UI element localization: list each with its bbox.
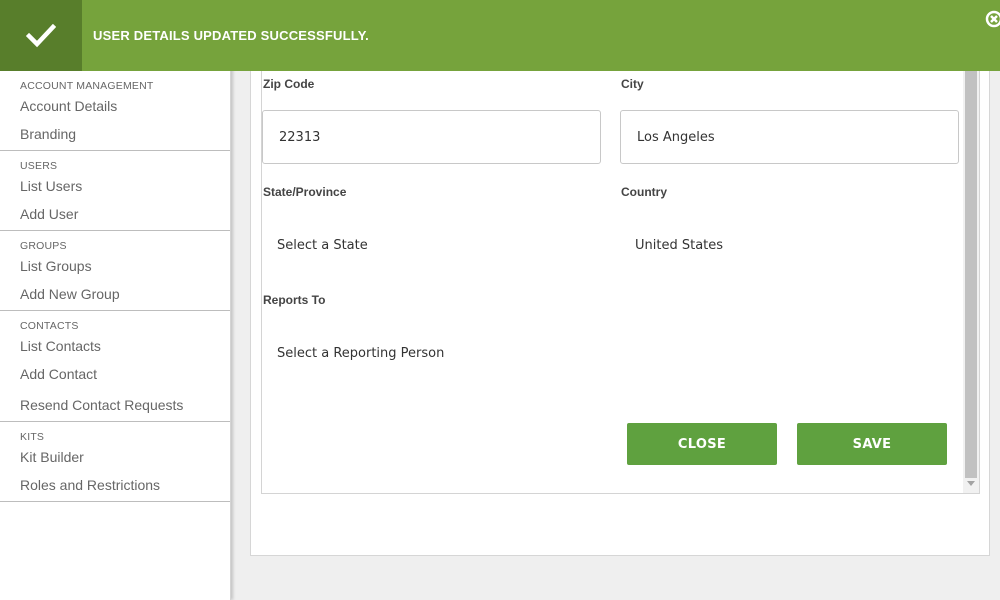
nav-heading-kits: KITS <box>20 431 45 443</box>
sidebar-item-add-contact[interactable]: Add Contact <box>0 359 230 390</box>
nav-heading-contacts: CONTACTS <box>20 320 79 332</box>
close-button[interactable]: CLOSE <box>627 423 777 465</box>
nav-section-account-management: ACCOUNT MANAGEMENT Account Details Brand… <box>0 71 230 151</box>
sidebar-item-resend-contact-requests[interactable]: Resend Contact Requests <box>0 390 230 421</box>
sidebar-item-branding[interactable]: Branding <box>0 119 230 150</box>
nav-heading-users: USERS <box>20 160 58 172</box>
sidebar-item-account-details[interactable]: Account Details <box>0 93 230 119</box>
check-icon-container <box>0 0 82 71</box>
sidebar-menu: ACCOUNT MANAGEMENT Account Details Brand… <box>0 71 230 502</box>
scroll-down-arrow-icon[interactable] <box>967 481 975 486</box>
country-label: Country <box>621 185 667 199</box>
sidebar: ACCOUNT MANAGEMENT Account Details Brand… <box>0 0 231 600</box>
sidebar-item-list-users[interactable]: List Users <box>0 173 230 199</box>
save-button[interactable]: SAVE <box>797 423 947 465</box>
country-select[interactable]: United States <box>635 238 723 253</box>
nav-heading-account-management: ACCOUNT MANAGEMENT <box>20 80 154 92</box>
form-scrollbar[interactable] <box>963 60 979 493</box>
zip-code-input[interactable] <box>262 110 601 164</box>
nav-heading-groups: GROUPS <box>20 240 67 252</box>
success-message: USER DETAILS UPDATED SUCCESSFULLY. <box>93 28 369 43</box>
nav-section-users: USERS List Users Add User <box>0 151 230 231</box>
close-circle-icon[interactable] <box>985 10 1000 28</box>
scrollbar-thumb[interactable] <box>965 60 977 478</box>
state-province-label: State/Province <box>263 185 347 199</box>
nav-section-kits: KITS Kit Builder Roles and Restrictions <box>0 422 230 502</box>
sidebar-item-list-groups[interactable]: List Groups <box>0 253 230 279</box>
reports-to-label: Reports To <box>263 293 326 307</box>
nav-section-groups: GROUPS List Groups Add New Group <box>0 231 230 311</box>
zip-code-label: Zip Code <box>263 77 315 91</box>
sidebar-item-roles-and-restrictions[interactable]: Roles and Restrictions <box>0 470 230 501</box>
reports-to-select[interactable]: Select a Reporting Person <box>277 346 444 361</box>
success-banner: USER DETAILS UPDATED SUCCESSFULLY. <box>0 0 1000 71</box>
city-input[interactable] <box>620 110 959 164</box>
sidebar-item-add-user[interactable]: Add User <box>0 199 230 230</box>
sidebar-item-add-new-group[interactable]: Add New Group <box>0 279 230 310</box>
city-label: City <box>621 77 644 91</box>
nav-section-contacts: CONTACTS List Contacts Add Contact Resen… <box>0 311 230 422</box>
check-icon <box>26 23 56 47</box>
state-province-select[interactable]: Select a State <box>277 238 368 253</box>
sidebar-item-kit-builder[interactable]: Kit Builder <box>0 444 230 470</box>
sidebar-item-list-contacts[interactable]: List Contacts <box>0 333 230 359</box>
